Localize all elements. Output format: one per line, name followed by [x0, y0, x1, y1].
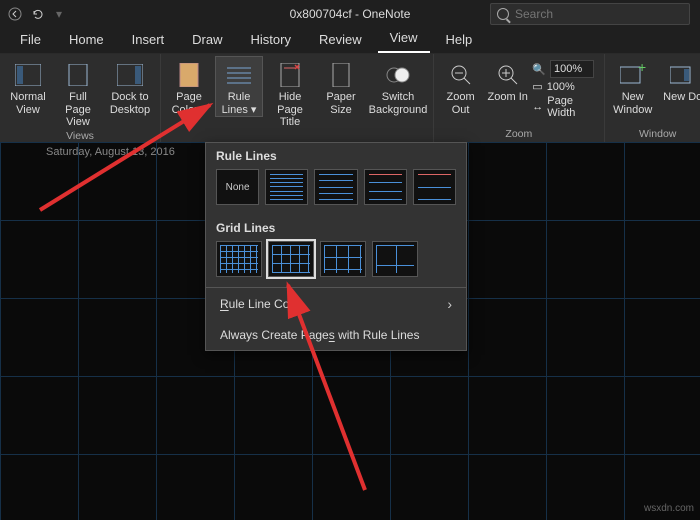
dock-to-desktop-icon: [116, 61, 144, 89]
page-date: Saturday, August 13, 2016: [46, 146, 175, 158]
zoom-100-button[interactable]: ▭ 100%: [532, 80, 599, 93]
chevron-right-icon: [447, 296, 452, 312]
tab-view[interactable]: View: [378, 26, 430, 53]
group-zoom: Zoom Out Zoom In 🔍 ▭ 100% ↔ Page Width Zoo…: [434, 54, 605, 142]
page-color-icon: [175, 61, 203, 89]
new-docked-window-button[interactable]: New Do: [659, 56, 700, 105]
new-window-icon: +: [619, 61, 647, 89]
switch-bg-icon: [384, 61, 412, 89]
tab-insert[interactable]: Insert: [120, 28, 177, 53]
page-color-button[interactable]: Page Color ▾: [165, 56, 213, 117]
rule-college-swatch[interactable]: [314, 169, 357, 205]
tab-draw[interactable]: Draw: [180, 28, 234, 53]
group-views: Normal View Full Page View Dock to Deskt…: [0, 54, 161, 142]
page-width-label: Page Width: [547, 95, 599, 119]
dock-to-desktop-label: Dock to Desktop: [105, 91, 155, 116]
qat-divider: ▾: [52, 7, 66, 21]
rule-lines-header: Rule Lines: [216, 149, 456, 169]
hide-page-title-label: Hide Page Title: [266, 91, 314, 129]
search-icon: [497, 8, 509, 20]
new-docked-label: New Do: [663, 91, 700, 104]
none-label: None: [226, 182, 250, 193]
back-icon[interactable]: [8, 7, 22, 21]
zoom-group-label: Zoom: [438, 128, 600, 142]
rule-narrow-swatch[interactable]: [265, 169, 308, 205]
rule-line-color-label: RRule Line Colorule Line Color: [220, 297, 303, 311]
rule-wide-swatch[interactable]: [413, 169, 456, 205]
dock-to-desktop-button[interactable]: Dock to Desktop: [104, 56, 156, 117]
paper-size-label: Paper Size: [318, 91, 364, 116]
window-title: 0x800704cf - OneNote: [290, 7, 411, 21]
grid-medium-swatch[interactable]: [268, 241, 314, 277]
zoom-out-label: Zoom Out: [439, 91, 482, 116]
full-page-view-icon: [64, 61, 92, 89]
rule-line-color-item[interactable]: RRule Line Colorule Line Color: [206, 288, 466, 320]
svg-text:+: +: [638, 64, 646, 75]
tab-history[interactable]: History: [239, 28, 303, 53]
hide-page-title-button[interactable]: Hide Page Title: [265, 56, 315, 130]
hide-page-title-icon: [276, 61, 304, 89]
rule-lines-dropdown: Rule Lines None Grid Lines RRule Line Co…: [205, 142, 467, 351]
zoom-out-icon: [447, 61, 475, 89]
group-window: + New Window New Do Window: [605, 54, 700, 142]
rule-lines-label: Rule Lines ▾: [216, 91, 262, 116]
normal-view-icon: [14, 61, 42, 89]
page-width-icon: ↔: [532, 101, 543, 113]
page-color-label: Page Color ▾: [166, 91, 212, 116]
rule-none-swatch[interactable]: None: [216, 169, 259, 205]
grid-small-swatch[interactable]: [216, 241, 262, 277]
tab-home[interactable]: Home: [57, 28, 116, 53]
zoom-percent-input[interactable]: [550, 60, 594, 78]
new-window-label: New Window: [610, 91, 656, 116]
zoom-in-icon: [494, 61, 522, 89]
switch-bg-label: Switch Background: [368, 91, 428, 116]
undo-icon[interactable]: [30, 7, 44, 21]
full-page-view-button[interactable]: Full Page View: [54, 56, 102, 130]
window-group-label: Window: [609, 128, 700, 142]
normal-view-label: Normal View: [5, 91, 51, 116]
tab-help[interactable]: Help: [434, 28, 485, 53]
normal-view-button[interactable]: Normal View: [4, 56, 52, 117]
zoom-in-button[interactable]: Zoom In: [485, 56, 530, 105]
zoom-in-label: Zoom In: [488, 91, 528, 104]
rule-lines-button[interactable]: Rule Lines ▾: [215, 56, 263, 117]
rule-lines-icon: [225, 61, 253, 89]
watermark: wsxdn.com: [644, 503, 694, 514]
new-window-button[interactable]: + New Window: [609, 56, 657, 117]
zoom-100-label: 100%: [547, 81, 575, 93]
group-page-setup: Page Color ▾ Rule Lines ▾ Hide Page Titl…: [161, 54, 434, 142]
zoom-out-button[interactable]: Zoom Out: [438, 56, 483, 117]
grid-large-swatch[interactable]: [320, 241, 366, 277]
new-docked-icon: [669, 61, 697, 89]
doc-icon: ▭: [532, 80, 542, 93]
rule-standard-swatch[interactable]: [364, 169, 407, 205]
zoom-pct-icon: 🔍: [532, 63, 546, 76]
always-create-label: Always Create Pages with Rule LinesAlway…: [220, 328, 419, 342]
ribbon: Normal View Full Page View Dock to Deskt…: [0, 54, 700, 142]
page-width-button[interactable]: ↔ Page Width: [532, 95, 599, 119]
full-page-view-label: Full Page View: [55, 91, 101, 129]
paper-size-button[interactable]: Paper Size: [317, 56, 365, 117]
switch-background-button[interactable]: Switch Background: [367, 56, 429, 117]
grid-xl-swatch[interactable]: [372, 241, 418, 277]
paper-size-icon: [327, 61, 355, 89]
title-bar: ▾ 0x800704cf - OneNote: [0, 0, 700, 28]
grid-lines-header: Grid Lines: [216, 221, 456, 241]
tab-review[interactable]: Review: [307, 28, 374, 53]
ribbon-tabs: File Home Insert Draw History Review Vie…: [0, 28, 700, 54]
search-box[interactable]: [490, 3, 690, 25]
always-create-item[interactable]: Always Create Pages with Rule LinesAlway…: [206, 320, 466, 350]
tab-file[interactable]: File: [8, 28, 53, 53]
search-input[interactable]: [515, 7, 683, 21]
